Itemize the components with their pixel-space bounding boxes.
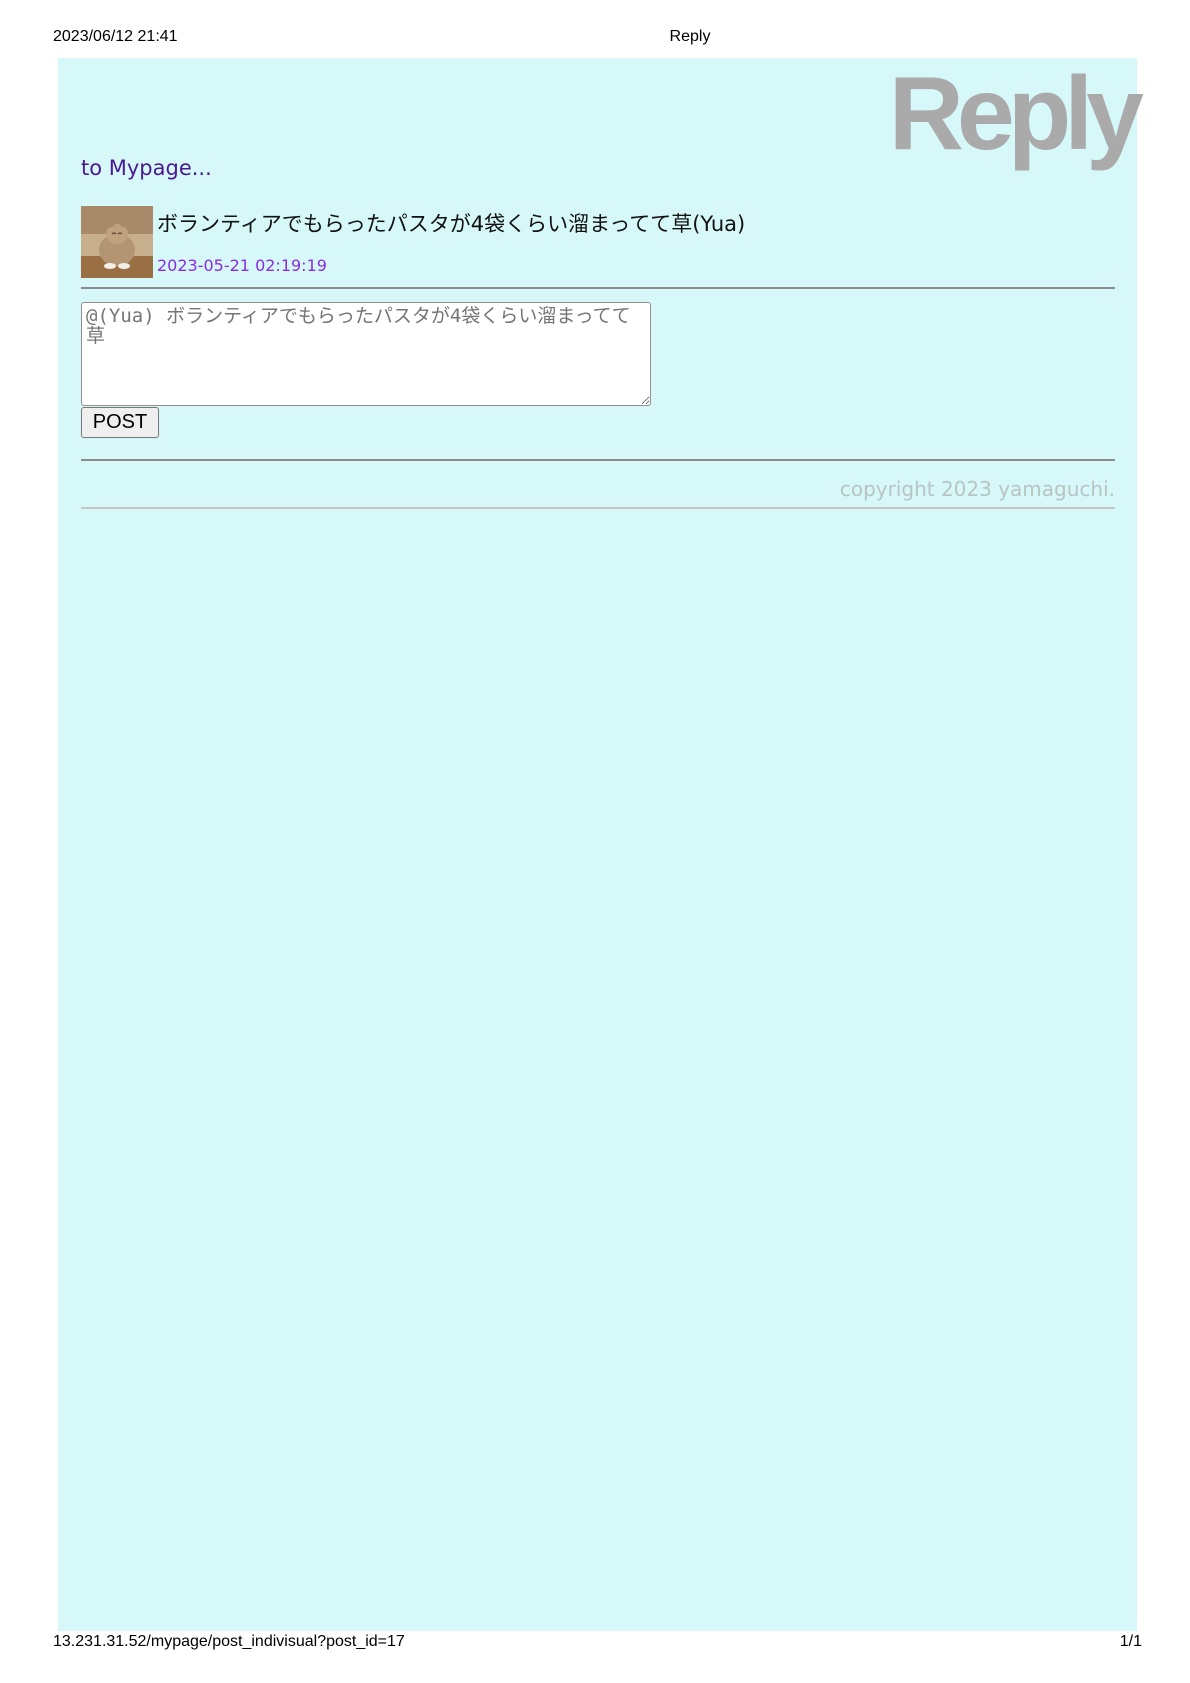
print-header: 2023/06/12 21:41 Reply [0,28,1190,50]
print-url: 13.231.31.52/mypage/post_indivisual?post… [53,1633,405,1650]
post-button[interactable]: POST [81,407,159,438]
divider [81,459,1115,461]
print-title: Reply [669,28,711,45]
brand-heading: Reply [888,56,1144,172]
page-container: Reply to Mypage... ボランティアでもらったパスタが4袋くらい溜… [58,56,1144,1631]
post-timestamp: 2023-05-21 02:19:19 [157,256,327,275]
copyright-text: copyright 2023 yamaguchi. [839,477,1115,501]
print-page-number: 1/1 [1119,1633,1142,1650]
reply-form: POST [81,302,651,438]
post-text: ボランティアでもらったパスタが4袋くらい溜まってて草(Yua) [157,212,746,236]
cat-photo-icon [81,206,153,278]
original-post: ボランティアでもらったパスタが4袋くらい溜まってて草(Yua) 2023-05-… [81,206,1115,280]
print-footer: 13.231.31.52/mypage/post_indivisual?post… [0,1633,1190,1655]
divider [81,287,1115,289]
back-to-mypage-link[interactable]: to Mypage... [81,156,212,180]
reply-textarea[interactable] [81,302,651,406]
divider [81,507,1115,509]
